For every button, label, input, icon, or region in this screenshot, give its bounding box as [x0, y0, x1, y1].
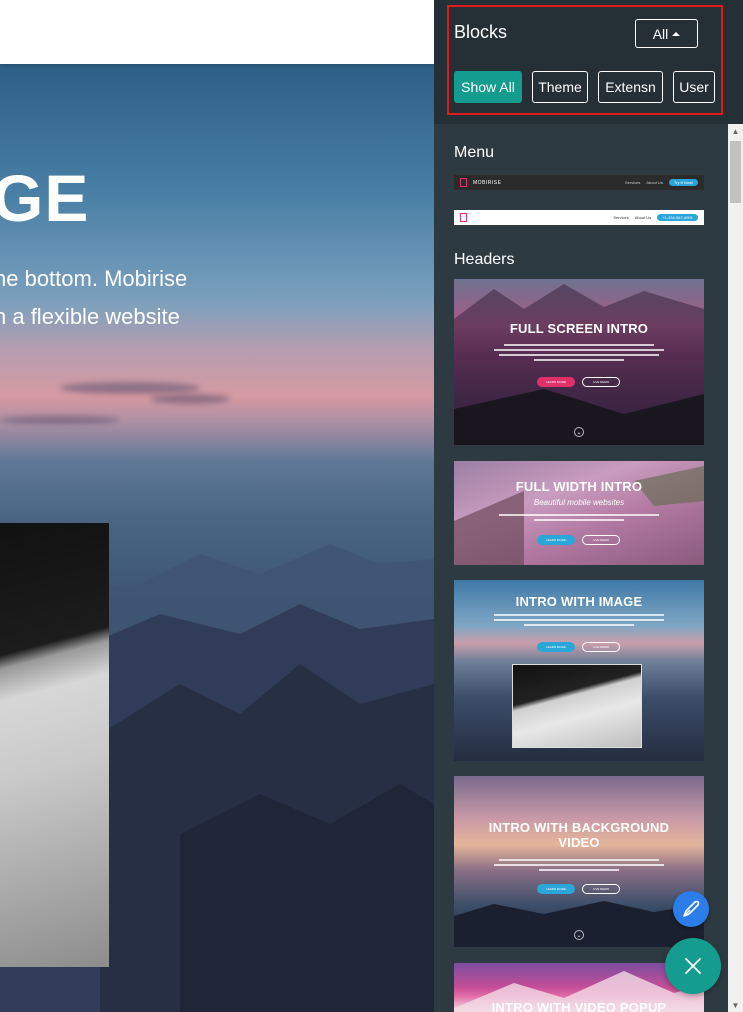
filter-show-all-button[interactable]: Show All	[454, 71, 522, 103]
filter-extension-button[interactable]: Extensn	[598, 71, 663, 103]
hero-text-line-2[interactable]: h a flexible website	[0, 304, 180, 330]
header-block-thumbnail[interactable]: FULL SCREEN INTRO LEARN MORE LIVE DEMO ⌄	[454, 279, 704, 445]
filter-dropdown-label: All	[652, 25, 669, 42]
logo-mark-icon	[460, 178, 467, 187]
menu-thumb-link: Services	[625, 180, 641, 185]
thumb-text-lines	[489, 341, 669, 364]
thumb-inner-image	[512, 664, 642, 748]
section-title-menu: Menu	[454, 144, 495, 161]
page-canvas: GE he bottom. Mobirise h a flexible webs…	[0, 0, 434, 1012]
close-icon	[685, 958, 701, 974]
blocks-list[interactable]: Menu MOBIRISE Services About Us Try It N…	[434, 124, 743, 1012]
thumb-primary-button: LEARN MORE	[537, 884, 575, 894]
cloud-decoration	[150, 394, 230, 404]
edit-fab-button[interactable]	[673, 891, 709, 927]
hero-text-line-1[interactable]: he bottom. Mobirise	[0, 266, 187, 292]
menu-thumb-logo: MOBIRISE	[473, 179, 502, 186]
menu-thumb-link: About Us	[634, 215, 652, 220]
filter-user-button[interactable]: User	[673, 71, 715, 103]
thumb-text-lines	[489, 611, 669, 629]
menu-thumb-button: +1-234-567-8901	[657, 214, 698, 221]
scrollbar-thumb[interactable]	[730, 141, 741, 203]
blocks-panel-header: Blocks All Show All Theme Extensn User	[434, 0, 743, 124]
panel-scrollbar[interactable]: ▲ ▼	[728, 124, 743, 1012]
thumb-text-lines	[489, 856, 669, 874]
pencil-icon	[683, 900, 700, 917]
cloud-decoration	[60, 382, 200, 394]
filter-theme-button[interactable]: Theme	[532, 71, 588, 103]
section-title-headers: Headers	[454, 251, 515, 268]
thumb-text-lines	[489, 511, 669, 524]
thumb-title: FULL WIDTH INTRO	[515, 479, 643, 494]
caret-up-icon	[672, 31, 681, 36]
header-block-thumbnail[interactable]: FULL WIDTH INTRO Beautiful mobile websit…	[454, 461, 704, 565]
menu-thumb-button: Try It Now!	[668, 179, 698, 186]
thumb-primary-button: LEARN MORE	[537, 377, 575, 387]
cloud-decoration	[0, 416, 120, 424]
thumb-primary-button: LEARN MORE	[537, 642, 575, 652]
logo-mark-icon	[460, 213, 467, 222]
thumb-title: INTRO WITH IMAGE	[515, 594, 643, 609]
thumb-title: FULL SCREEN INTRO	[509, 321, 649, 336]
thumb-title: INTRO WITH BACKGROUND VIDEO	[488, 820, 670, 850]
header-block-thumbnail[interactable]: INTRO WITH IMAGE LEARN MORE LIVE DEMO	[454, 580, 704, 761]
filter-dropdown-button[interactable]: All	[635, 19, 698, 48]
thumb-subtitle: Beautiful mobile websites	[533, 498, 625, 507]
close-fab-button[interactable]	[665, 938, 721, 994]
blocks-panel: Blocks All Show All Theme Extensn User M…	[434, 0, 743, 1012]
thumb-secondary-button: LIVE DEMO	[582, 884, 620, 894]
menu-thumb-link: Services	[613, 215, 629, 220]
thumb-primary-button: LEARN MORE	[537, 535, 575, 545]
header-block-thumbnail[interactable]: INTRO WITH BACKGROUND VIDEO LEARN MORE L…	[454, 776, 704, 947]
hero-section[interactable]: GE he bottom. Mobirise h a flexible webs…	[0, 64, 434, 1012]
canvas-top-bar	[0, 0, 434, 64]
menu-block-thumbnail[interactable]: MOBIRISE Services About Us Try It Now!	[454, 175, 704, 190]
chevron-down-icon: ⌄	[574, 930, 584, 940]
hero-title[interactable]: GE	[0, 160, 89, 236]
menu-block-thumbnail[interactable]: Services About Us +1-234-567-8901	[454, 210, 704, 225]
thumb-secondary-button: LIVE DEMO	[582, 377, 620, 387]
thumb-secondary-button: LIVE DEMO	[582, 535, 620, 545]
hero-image[interactable]	[0, 523, 109, 967]
panel-title: Blocks	[454, 22, 508, 42]
thumb-title: INTRO WITH VIDEO POPUP	[491, 1000, 667, 1012]
menu-thumb-link: About Us	[646, 180, 663, 185]
scroll-down-arrow-icon[interactable]: ▼	[728, 998, 743, 1012]
chevron-down-icon: ⌄	[574, 427, 584, 437]
thumb-secondary-button: LIVE DEMO	[582, 642, 620, 652]
scroll-up-arrow-icon[interactable]: ▲	[728, 124, 743, 138]
